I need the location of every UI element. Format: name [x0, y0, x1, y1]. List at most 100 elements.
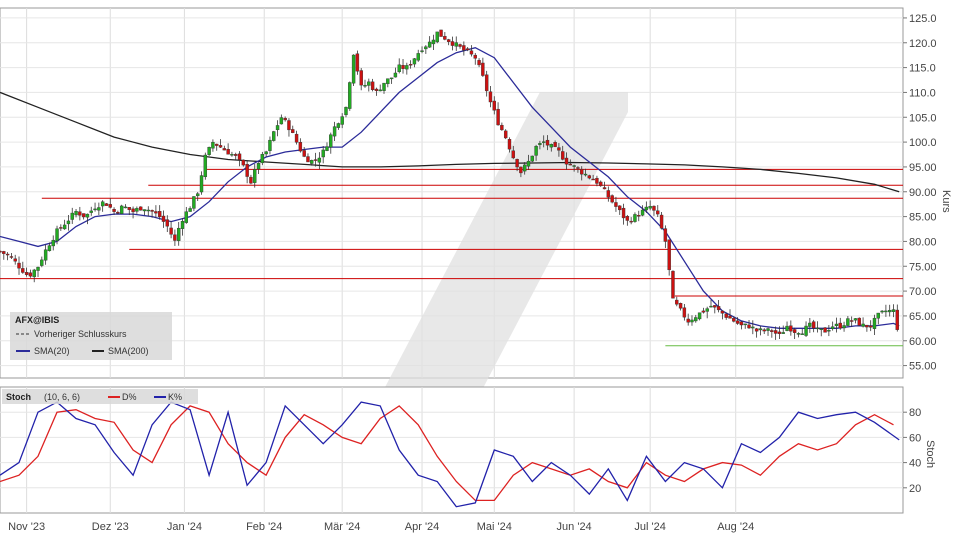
- candle-body: [865, 324, 869, 328]
- candle-body: [500, 124, 504, 131]
- candle-body: [621, 207, 626, 219]
- legend-sma200: SMA(200): [108, 346, 149, 356]
- candle-body: [184, 211, 189, 223]
- candle-body: [427, 41, 432, 48]
- candle-body: [294, 133, 299, 143]
- x-tick-label: Jun '24: [557, 521, 592, 533]
- candle-body: [17, 262, 21, 269]
- candle-body: [838, 322, 842, 329]
- candle-body: [249, 176, 253, 184]
- candle-body: [222, 148, 227, 151]
- price-tick-label: 90.00: [909, 187, 937, 199]
- candle-body: [78, 211, 82, 216]
- candle-body: [477, 60, 481, 66]
- candle-body: [861, 323, 865, 327]
- candle-body: [108, 204, 112, 208]
- candle-body: [351, 54, 356, 84]
- candle-body: [416, 53, 420, 61]
- candle-body: [329, 134, 333, 148]
- candle-body: [313, 159, 318, 161]
- candle-body: [728, 315, 732, 319]
- candle-body: [142, 209, 147, 212]
- candle-body: [789, 325, 793, 332]
- candle-body: [203, 154, 208, 178]
- candle-body: [218, 145, 223, 148]
- candle-body: [344, 106, 348, 116]
- candle-body: [188, 208, 192, 212]
- candle-body: [59, 227, 63, 229]
- candle-body: [758, 328, 763, 331]
- price-tick-label: 115.0: [909, 63, 936, 75]
- candle-body: [496, 108, 500, 126]
- candle-body: [561, 151, 565, 160]
- candle-body: [5, 253, 10, 256]
- candle-body: [747, 324, 751, 329]
- candle-body: [211, 141, 215, 149]
- candle-body: [43, 249, 48, 261]
- price-tick-label: 120.0: [909, 38, 937, 50]
- candle-body: [112, 209, 116, 212]
- candle-body: [458, 44, 462, 47]
- candle-body: [785, 325, 789, 331]
- candle-body: [291, 129, 295, 133]
- price-tick-label: 100.0: [909, 137, 937, 149]
- candle-body: [119, 205, 124, 214]
- price-legend: AFX@IBIS Vorheriger Schlusskurs SMA(20) …: [10, 312, 172, 360]
- candle-body: [397, 64, 401, 73]
- candle-body: [880, 310, 884, 313]
- candle-body: [393, 72, 398, 78]
- candle-body: [534, 146, 538, 156]
- candle-body: [868, 325, 873, 328]
- candle-body: [663, 228, 668, 242]
- price-tick-label: 60.00: [909, 336, 937, 348]
- candle-body: [644, 206, 649, 211]
- stoch-legend-d: D%: [122, 392, 137, 402]
- x-tick-label: Apr '24: [405, 521, 440, 533]
- candle-body: [196, 193, 200, 197]
- candle-body: [770, 330, 774, 332]
- price-tick-label: 85.00: [909, 212, 937, 224]
- candle-body: [694, 317, 698, 322]
- candle-body: [340, 116, 344, 125]
- candle-body: [564, 157, 569, 165]
- candle-body: [161, 215, 166, 222]
- candle-body: [66, 220, 71, 225]
- stoch-tick-label: 20: [909, 483, 921, 495]
- candle-body: [849, 320, 854, 322]
- candle-body: [154, 211, 158, 214]
- candle-body: [515, 159, 519, 168]
- candle-body: [819, 328, 823, 330]
- candle-body: [808, 322, 812, 327]
- candle-body: [374, 88, 379, 91]
- candle-body: [241, 159, 246, 166]
- candle-body: [180, 221, 185, 229]
- candle-body: [310, 160, 314, 164]
- stoch-tick-label: 60: [909, 432, 921, 444]
- candle-body: [682, 307, 687, 318]
- candle-body: [97, 207, 101, 211]
- candle-body: [503, 130, 508, 139]
- candle-body: [891, 309, 896, 312]
- candle-body: [507, 139, 512, 150]
- candle-body: [283, 117, 287, 121]
- candle-body: [446, 39, 451, 42]
- price-tick-label: 125.0: [909, 13, 937, 25]
- candle-body: [146, 209, 150, 212]
- candle-body: [0, 250, 2, 253]
- candle-body: [116, 212, 120, 214]
- candle-body: [542, 141, 546, 143]
- candle-body: [40, 259, 44, 266]
- candle-body: [834, 323, 839, 326]
- candle-body: [606, 190, 611, 198]
- candle-body: [370, 81, 375, 91]
- x-tick-label: Feb '24: [246, 521, 282, 533]
- candle-body: [363, 84, 367, 87]
- stoch-y-axis-label: Stoch: [924, 440, 936, 468]
- candle-body: [431, 39, 436, 45]
- candle-body: [709, 305, 713, 308]
- legend-prev-close: Vorheriger Schlusskurs: [34, 329, 127, 339]
- candle-body: [690, 319, 694, 323]
- x-tick-label: Dez '23: [92, 521, 129, 533]
- candle-body: [811, 321, 816, 329]
- candle-body: [104, 203, 109, 206]
